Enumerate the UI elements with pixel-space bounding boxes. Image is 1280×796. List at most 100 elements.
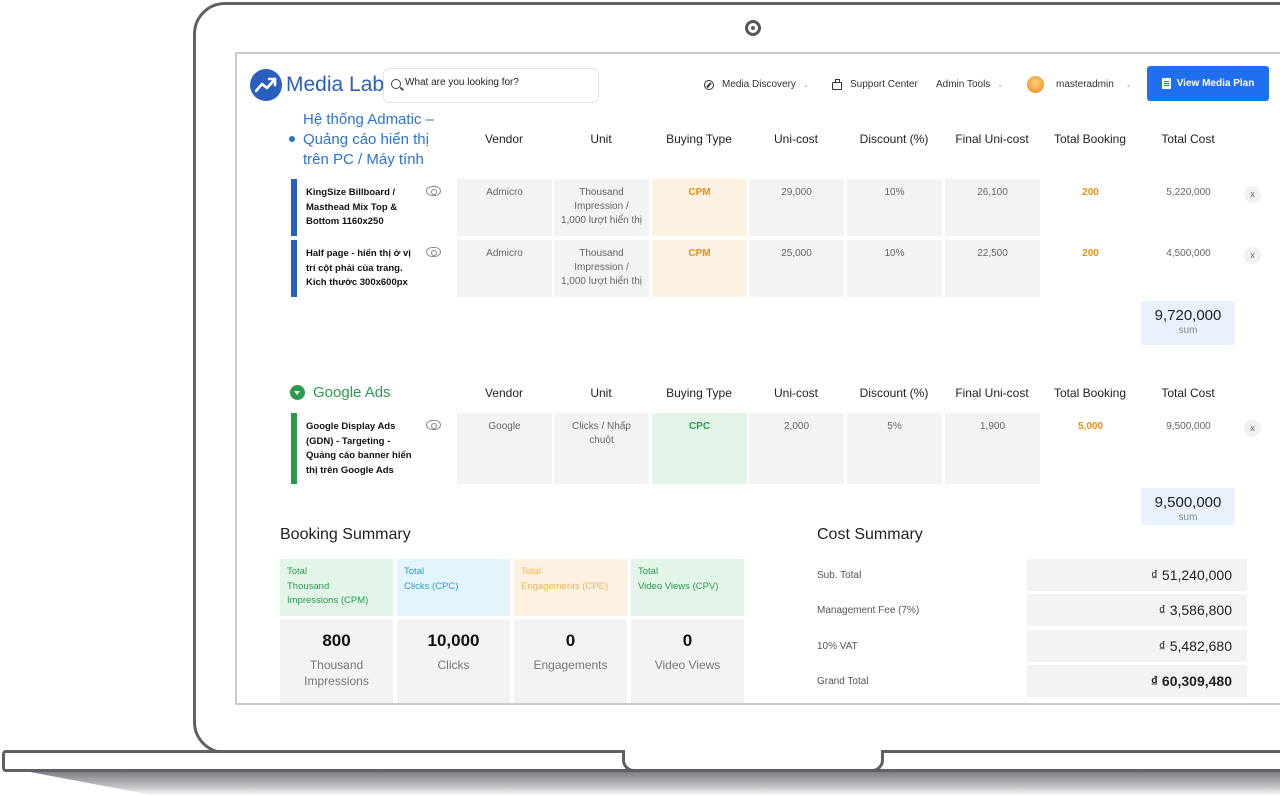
sum-label: sum: [1178, 512, 1198, 523]
col-final-uni-cost: Final Uni-cost: [955, 386, 1029, 400]
view-media-plan-button[interactable]: View Media Plan: [1147, 66, 1269, 101]
bullet-icon: [289, 136, 295, 142]
cell-total-booking[interactable]: 200: [1043, 240, 1138, 297]
logo-icon[interactable]: [250, 69, 282, 101]
kpi-label: Video Views: [654, 658, 721, 672]
cost-value-vat: ₫ 5,482,680: [1027, 630, 1247, 662]
cell-total-cost: 9,500,000: [1141, 413, 1236, 484]
sum-value: 9,720,000: [1154, 307, 1222, 324]
cell-total-booking[interactable]: 5,000: [1043, 413, 1138, 484]
kpi-head-cpv: Total Video Views (CPV): [631, 559, 744, 616]
cell-vendor: Admicro: [457, 179, 552, 236]
cell-discount: 10%: [847, 179, 942, 236]
username: masteradmin: [1056, 79, 1114, 90]
cost-summary-title: Cost Summary: [817, 526, 923, 543]
google-sum: 9,500,000 sum: [1141, 488, 1235, 525]
col-buying-type: Buying Type: [666, 132, 732, 146]
kpi-head-cpe: Total Engagements (CPE): [514, 559, 627, 616]
kpi-label: Engagements: [533, 658, 608, 672]
avatar: [1027, 76, 1044, 93]
cell-uni-cost: 2,000: [749, 413, 844, 484]
cell-discount: 5%: [847, 413, 942, 484]
laptop-notch: [622, 750, 884, 772]
cell-discount: 10%: [847, 240, 942, 297]
cell-buying-type: CPM: [652, 179, 747, 236]
cell-unit: Clicks / Nhấp chuột: [554, 413, 649, 484]
row-indicator: [291, 240, 297, 297]
kpi-cpv: 0 Video Views: [631, 619, 744, 703]
row-indicator: [291, 179, 297, 236]
col-buying-type: Buying Type: [666, 386, 732, 400]
eye-icon[interactable]: [426, 247, 441, 257]
cell-total-booking[interactable]: 200: [1043, 179, 1138, 236]
nav-admin-tools[interactable]: Admin Tools ⌄: [936, 79, 1003, 90]
user-menu[interactable]: masteradmin ⌄: [1027, 76, 1132, 93]
col-total-cost: Total Cost: [1161, 132, 1215, 146]
nav-media-discovery[interactable]: Media Discovery ⌄: [704, 79, 809, 90]
booking-summary-title: Booking Summary: [280, 526, 411, 543]
chevron-down-icon: ⌄: [997, 81, 1004, 89]
row-name: KingSize Billboard / Masthead Mix Top & Bo…: [306, 187, 398, 227]
search-input[interactable]: [405, 77, 595, 88]
cost-value-management-fee: ₫ 3,586,800: [1027, 594, 1247, 626]
cell-final-uni-cost: 1,900: [945, 413, 1040, 484]
admatic-title-line1: Hệ thống Admatic –: [303, 111, 434, 128]
cost-label-grand-total: Grand Total: [817, 676, 869, 687]
camera-icon: [745, 20, 761, 36]
collapse-toggle-icon[interactable]: [290, 385, 305, 400]
kpi-head-cpc: Total Clicks (CPC): [397, 559, 510, 616]
col-total-booking: Total Booking: [1053, 386, 1127, 400]
search-icon: [391, 79, 401, 89]
remove-row-button[interactable]: x: [1244, 186, 1261, 203]
cell-vendor: Google: [457, 413, 552, 484]
brand-name[interactable]: Media Lab: [286, 73, 384, 97]
cost-value-grand-total: ₫ 60,309,480: [1027, 665, 1247, 697]
cell-total-cost: 5,220,000: [1141, 179, 1236, 236]
briefcase-icon: [832, 78, 842, 90]
chevron-down-icon: ⌄: [802, 81, 809, 89]
search-box[interactable]: [383, 68, 599, 103]
col-total-booking: Total Booking: [1053, 132, 1127, 146]
cell-final-uni-cost: 22,500: [945, 240, 1040, 297]
cell-buying-type: CPC: [652, 413, 747, 484]
col-final-uni-cost: Final Uni-cost: [955, 132, 1029, 146]
cost-label-management-fee: Management Fee (7%): [817, 605, 920, 616]
chevron-down-icon: ⌄: [1125, 81, 1132, 89]
kpi-value: 0: [682, 631, 693, 650]
kpi-value: 0: [565, 631, 576, 650]
cell-unit: Thousand Impression /1,000 lượt hiển thị: [554, 179, 649, 236]
kpi-label: Thousand Impressions: [304, 658, 369, 688]
cell-unit: Thousand Impression /1,000 lượt hiển thị: [554, 240, 649, 297]
nav-label: Media Discovery: [722, 79, 796, 90]
cost-label-subtotal: Sub. Total: [817, 570, 862, 581]
remove-row-button[interactable]: x: [1244, 420, 1261, 437]
nav-label: Support Center: [850, 79, 918, 90]
sum-label: sum: [1178, 325, 1198, 336]
document-icon: [1161, 78, 1171, 89]
admatic-sum: 9,720,000 sum: [1141, 301, 1235, 345]
cell-uni-cost: 25,000: [749, 240, 844, 297]
row-indicator: [291, 413, 297, 484]
cell-vendor: Admicro: [457, 240, 552, 297]
nav-label: Admin Tools: [936, 79, 991, 90]
laptop-base-shadow: [30, 772, 1280, 796]
kpi-cpm: 800 Thousand Impressions: [280, 619, 393, 703]
remove-row-button[interactable]: x: [1244, 247, 1261, 264]
nav-support-center[interactable]: Support Center: [832, 78, 918, 90]
eye-icon[interactable]: [426, 186, 441, 196]
col-unit: Unit: [590, 386, 612, 400]
cell-buying-type: CPM: [652, 240, 747, 297]
col-discount: Discount (%): [859, 132, 929, 146]
col-vendor: Vendor: [484, 386, 524, 400]
screen: Media Lab Media Discovery ⌄ Support Cent…: [235, 52, 1280, 705]
admatic-title-line2: Quảng cáo hiển thị: [303, 131, 429, 148]
kpi-value: 800: [322, 631, 351, 650]
col-vendor: Vendor: [484, 132, 524, 146]
col-discount: Discount (%): [859, 386, 929, 400]
col-uni-cost: Uni-cost: [773, 132, 818, 146]
kpi-cpe: 0 Engagements: [514, 619, 627, 703]
eye-icon[interactable]: [426, 420, 441, 430]
cell-final-uni-cost: 26,100: [945, 179, 1040, 236]
row-name: Half page - hiển thị ở vị trí cột phải củ…: [306, 248, 411, 288]
row-name: Google Display Ads (GDN) - Targeting - Quả…: [306, 421, 412, 476]
